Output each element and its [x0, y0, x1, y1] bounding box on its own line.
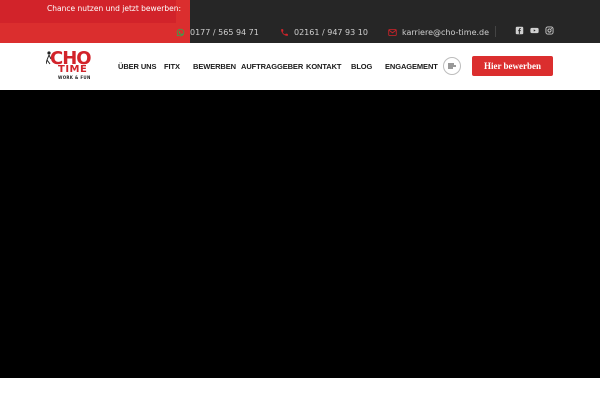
nav-item-engagement[interactable]: ENGAGEMENT	[385, 62, 438, 71]
mobile-phone-number: 0177 / 565 94 71	[190, 27, 259, 37]
logo-tagline: WORK & FUN	[58, 75, 91, 80]
hero-video-area	[0, 90, 600, 378]
nav-item-fitx[interactable]: FITX	[164, 62, 180, 71]
nav-item-auftraggeber[interactable]: AUFTRAGGEBER	[241, 62, 303, 71]
nav-item-ueber-uns[interactable]: ÜBER UNS	[118, 62, 156, 71]
facebook-icon	[515, 26, 523, 34]
instagram-link[interactable]	[544, 25, 554, 35]
youtube-link[interactable]	[529, 25, 539, 35]
nav-item-bewerben[interactable]: BEWERBEN	[193, 62, 236, 71]
landline-phone-number: 02161 / 947 93 10	[294, 27, 368, 37]
youtube-icon	[529, 27, 539, 33]
logo-time-text: TIME	[58, 64, 88, 75]
top-bar-divider	[495, 26, 496, 37]
apply-notice-text: Chance nutzen und jetzt bewerben:	[47, 4, 182, 13]
nav-item-blog[interactable]: BLOG	[351, 62, 372, 71]
offcanvas-menu-button[interactable]	[443, 57, 461, 75]
envelope-icon	[388, 28, 397, 36]
menu-lines-icon	[448, 63, 456, 69]
cho-time-logo[interactable]: CHO TIME WORK & FUN	[46, 49, 102, 81]
phone-icon	[281, 28, 288, 36]
whatsapp-contact-link[interactable]: 0177 / 565 94 71	[176, 26, 259, 38]
whatsapp-icon	[176, 28, 185, 36]
instagram-icon	[544, 25, 554, 35]
nav-item-kontakt[interactable]: KONTAKT	[306, 62, 342, 71]
email-contact-link[interactable]: karriere@cho-time.de	[388, 26, 489, 38]
apply-now-button[interactable]: Hier bewerben	[472, 56, 553, 76]
email-address: karriere@cho-time.de	[402, 27, 490, 37]
facebook-link[interactable]	[514, 25, 524, 35]
phone-contact-link[interactable]: 02161 / 947 93 10	[280, 26, 368, 38]
